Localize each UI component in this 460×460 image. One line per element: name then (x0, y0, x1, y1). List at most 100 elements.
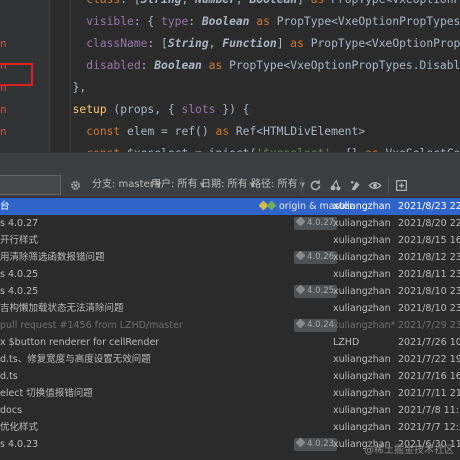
log-search-input[interactable] (0, 175, 61, 195)
version-tag-text: 4.0.24 (307, 320, 335, 330)
version-tag: 4.0.25 (294, 284, 338, 298)
commit-log-list: 台origin & masterxuliangzhan2021/8/23 22:… (0, 198, 460, 460)
code-token: , (208, 37, 223, 50)
settings-gear-icon[interactable] (66, 176, 84, 194)
commit-row[interactable]: s 4.0.27 4.0.27xuliangzhan 2021/8/20 22:10 (0, 215, 460, 232)
commit-date: 2021/8/15 16:44 (398, 235, 460, 246)
version-tag: 4.0.27 (294, 216, 338, 230)
commit-date: 2021/7/7 12:21 (398, 422, 460, 433)
code-token: : (188, 15, 202, 28)
commit-message: d.ts、修复宽度与高度设置无效问题 (0, 354, 151, 365)
cherry-pick-icon[interactable] (326, 176, 344, 194)
code-token: PropType<VxeOptionPropTypes.Visible>, d (276, 15, 460, 28)
code-line: visible: { type: Boolean as PropType<Vxe… (59, 11, 460, 33)
code-token: : [ (147, 37, 168, 50)
tag-icon (266, 200, 277, 211)
path-filter[interactable]: 路径: 所有 ▼ (251, 178, 305, 192)
commit-message: x $button renderer for cellRender (0, 337, 160, 348)
branch-filter-label: 分支: master (92, 179, 154, 190)
commit-row[interactable]: s 4.0.25 xuliangzhan 2021/8/11 23:08 (0, 266, 460, 283)
user-filter[interactable]: 用户: 所有 ▼ (151, 178, 205, 192)
code-token: as (256, 15, 270, 28)
commit-author: xuliangzhan (333, 354, 391, 365)
commit-row[interactable]: s 4.0.25 4.0.25xuliangzhan 2021/8/10 23:15 (0, 283, 460, 300)
tag-icon (295, 250, 306, 261)
code-line: const elem = ref() as Ref<HTMLDivElement… (59, 121, 365, 143)
commit-author: xuliangzhan (333, 286, 391, 297)
commit-row[interactable]: 吉构懒加载状态无法清除问题 xuliangzhan 2021/8/10 23:15 (0, 300, 460, 317)
code-token: PropType<VxeOptionPropTypes.Disabled> (222, 59, 460, 72)
commit-date: 2021/8/10 23:15 (398, 286, 460, 297)
code-token: Boolean (154, 59, 202, 72)
code-token: : [ (120, 0, 140, 6)
code-token: ] (276, 37, 291, 50)
eye-icon[interactable] (366, 176, 384, 194)
commit-row[interactable]: x $button renderer for cellRender LZHD 202… (0, 334, 460, 351)
highlight-icon[interactable] (346, 176, 364, 194)
version-tag: 4.0.26 (294, 250, 338, 264)
commit-row[interactable]: docs xuliangzhan 2021/7/8 11:11 (0, 402, 460, 419)
code-token: Boolean (201, 15, 250, 28)
commit-author: xuliangzhan (333, 422, 391, 433)
commit-date: 2021/7/11 21:58 (398, 388, 460, 399)
commit-author: xuliangzhan (333, 252, 391, 263)
commit-row[interactable]: 优化样式 xuliangzhan 2021/7/7 12:21 (0, 419, 460, 436)
commit-message: pull request #1456 from LZHD/master (0, 320, 183, 331)
commit-message: d.ts (0, 371, 18, 382)
refresh-icon[interactable] (306, 176, 324, 194)
version-tag-text: 4.0.23 (307, 439, 335, 449)
commit-date: 2021/8/11 23:08 (398, 269, 460, 280)
commit-row[interactable]: d.ts、修复宽度与高度设置无效问题 xuliangzhan 2021/7/22 1… (0, 351, 460, 368)
version-tag-text: 4.0.25 (307, 286, 335, 296)
commit-date: 2021/8/20 22:10 (398, 218, 460, 229)
code-token: : (140, 59, 155, 72)
commit-date: 2021/7/29 23:24 (398, 320, 460, 331)
commit-row[interactable]: d.ts xuliangzhan 2021/7/16 16:45 (0, 368, 460, 385)
commit-row[interactable]: 台origin & masterxuliangzhan2021/8/23 22:… (0, 198, 460, 215)
user-filter-label: 用户: 所有 (151, 179, 198, 190)
commit-date: 2021/7/16 16:45 (398, 371, 460, 382)
git-log-toolbar: 分支: master ▼ 用户: 所有 ▼ 日期: 所有 ▼ 路径: 所有 ▼ (0, 172, 460, 198)
code-editor[interactable]: nnnnn class: [String, Number, Boolean] a… (0, 0, 460, 152)
code-token: }) { (215, 103, 250, 116)
commit-message: docs (0, 405, 23, 416)
panel-divider[interactable] (0, 152, 460, 172)
toolbar-separator (301, 177, 302, 193)
code-line: class: [String, Number, Boolean] as Prop… (59, 0, 460, 11)
commit-date: 2021/8/23 22:10 (398, 201, 460, 212)
tag-icon (295, 437, 306, 448)
gutter-marker: n (0, 37, 7, 50)
commit-message: s 4.0.23 (0, 439, 39, 450)
commit-author: xuliangzhan (333, 405, 391, 416)
code-token: }, (59, 81, 87, 94)
code-token: slots (181, 103, 216, 116)
commit-author: LZHD (333, 337, 360, 348)
commit-message: elect 切换值报错问题 (0, 388, 93, 399)
date-filter[interactable]: 日期: 所有 ▼ (201, 178, 255, 192)
watermark: @稀土掘金技术社区 (364, 445, 454, 456)
code-token: , (181, 0, 195, 6)
gutter-marker (0, 0, 50, 11)
code-token: PropType<VxeOptionPropTypes.Label>, d (324, 0, 460, 6)
gutter-marker (0, 11, 50, 33)
commit-message: s 4.0.25 (0, 286, 39, 297)
commit-row[interactable]: 开行样式 xuliangzhan 2021/8/15 16:44 (0, 232, 460, 249)
code-token: PropType<VxeOptionPropTypes.ClassN (310, 37, 460, 50)
code-token: className (86, 37, 148, 50)
commit-row[interactable]: 用清除筛选函数报错问题 4.0.26 xuliangzhan 2021/8/12 23… (0, 249, 460, 266)
commit-message: s 4.0.25 (0, 269, 39, 280)
commit-row[interactable]: pull request #1456 from LZHD/master 4.0.2… (0, 317, 460, 334)
code-token: as (215, 125, 230, 138)
tag-icon (295, 318, 306, 329)
commit-row[interactable]: elect 切换值报错问题 xuliangzhan 2021/7/11 21:58 (0, 385, 460, 402)
commit-message: 优化样式 (0, 422, 39, 433)
new-tab-icon[interactable] (392, 176, 410, 194)
code-token: Ref<HTMLDivElement> (229, 125, 366, 138)
code-line: className: [String, Function] as PropTyp… (59, 33, 460, 55)
commit-author: xuliangzhan (333, 269, 391, 280)
